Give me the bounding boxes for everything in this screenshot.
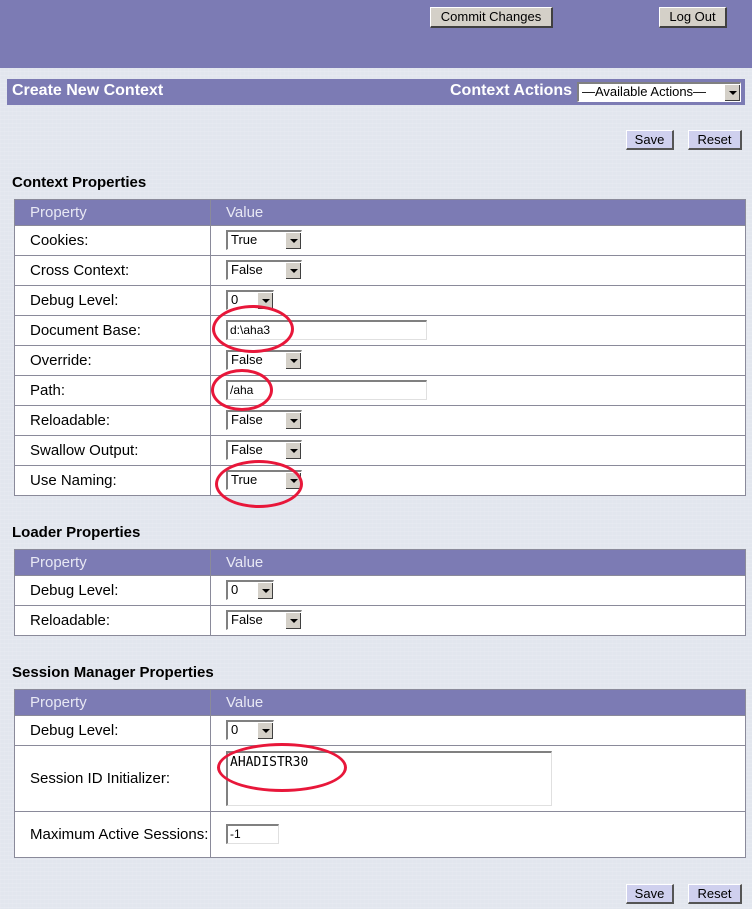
chevron-down-icon[interactable] (724, 84, 740, 101)
table-row: Debug Level: 0 (14, 715, 746, 746)
context-actions-select[interactable]: —Available Actions— (577, 82, 741, 102)
column-header-value: Value (210, 689, 746, 716)
maximum-active-sessions-input[interactable]: -1 (226, 824, 279, 844)
page-title: Create New Context (12, 82, 164, 99)
select-value: 0 (231, 722, 239, 737)
session-debug-level-select[interactable]: 0 (226, 720, 274, 740)
context-properties-table: Property Value Cookies: True Cross Conte… (14, 199, 746, 496)
save-button-top[interactable]: Save (626, 130, 674, 150)
context-actions-selected: —Available Actions— (582, 84, 707, 99)
top-header-bar: Commit Changes Log Out (0, 0, 752, 68)
log-out-button[interactable]: Log Out (659, 7, 727, 28)
loader-properties-table: Property Value Debug Level: 0 Reloadable… (14, 549, 746, 636)
column-header-value: Value (210, 199, 746, 226)
property-label: Use Naming: (14, 465, 211, 496)
table-row: Debug Level: 0 (14, 575, 746, 606)
chevron-down-icon[interactable] (257, 722, 273, 739)
commit-changes-button[interactable]: Commit Changes (430, 7, 553, 28)
chevron-down-icon[interactable] (285, 232, 301, 249)
path-input[interactable]: /aha (226, 380, 427, 400)
reloadable-select[interactable]: False (226, 410, 302, 430)
property-label: Debug Level: (14, 575, 211, 606)
table-row: Cross Context: False (14, 255, 746, 286)
session-manager-heading: Session Manager Properties (12, 664, 214, 681)
context-actions-label: Context Actions (450, 82, 573, 99)
table-row: Path: /aha (14, 375, 746, 406)
property-label: Document Base: (14, 315, 211, 346)
property-label: Cookies: (14, 225, 211, 256)
select-value: False (231, 412, 263, 427)
property-label: Override: (14, 345, 211, 376)
select-value: 0 (231, 292, 239, 307)
property-label: Debug Level: (14, 715, 211, 746)
chevron-down-icon[interactable] (285, 352, 301, 369)
save-button-bottom[interactable]: Save (626, 884, 674, 904)
chevron-down-icon[interactable] (285, 612, 301, 629)
cookies-select[interactable]: True (226, 230, 302, 250)
select-value: True (231, 232, 258, 247)
table-row: Override: False (14, 345, 746, 376)
table-row: Reloadable: False (14, 605, 746, 636)
swallow-output-select[interactable]: False (226, 440, 302, 460)
select-value: False (231, 442, 263, 457)
loader-debug-level-select[interactable]: 0 (226, 580, 274, 600)
table-row: Reloadable: False (14, 405, 746, 436)
chevron-down-icon[interactable] (285, 442, 301, 459)
chevron-down-icon[interactable] (285, 412, 301, 429)
table-row: Maximum Active Sessions: -1 (14, 811, 746, 858)
property-label: Swallow Output: (14, 435, 211, 466)
use-naming-select[interactable]: True (226, 470, 302, 490)
session-id-initializer-textarea[interactable]: AHADISTR30 (226, 751, 552, 806)
table-row: Debug Level: 0 (14, 285, 746, 316)
cross-context-select[interactable]: False (226, 260, 302, 280)
loader-properties-heading: Loader Properties (12, 524, 141, 541)
table-row: Document Base: d:\aha3 (14, 315, 746, 346)
reset-button-bottom[interactable]: Reset (688, 884, 742, 904)
column-header-value: Value (210, 549, 746, 576)
select-value: True (231, 472, 258, 487)
loader-reloadable-select[interactable]: False (226, 610, 302, 630)
context-properties-heading: Context Properties (12, 174, 147, 191)
property-label: Reloadable: (14, 605, 211, 636)
table-row: Use Naming: True (14, 465, 746, 496)
property-label: Reloadable: (14, 405, 211, 436)
select-value: False (231, 262, 263, 277)
property-label: Debug Level: (14, 285, 211, 316)
chevron-down-icon[interactable] (257, 582, 273, 599)
select-value: 0 (231, 582, 239, 597)
property-label: Cross Context: (14, 255, 211, 286)
chevron-down-icon[interactable] (285, 262, 301, 279)
reset-button-top[interactable]: Reset (688, 130, 742, 150)
document-base-input[interactable]: d:\aha3 (226, 320, 427, 340)
column-header-property: Property (14, 199, 211, 226)
chevron-down-icon[interactable] (257, 292, 273, 309)
chevron-down-icon[interactable] (285, 472, 301, 489)
property-label: Path: (14, 375, 211, 406)
session-manager-table: Property Value Debug Level: 0 Session ID… (14, 689, 746, 858)
table-row: Session ID Initializer: AHADISTR30 (14, 745, 746, 812)
property-label: Session ID Initializer: (14, 745, 211, 812)
table-row: Cookies: True (14, 225, 746, 256)
column-header-property: Property (14, 689, 211, 716)
debug-level-select[interactable]: 0 (226, 290, 274, 310)
table-row: Swallow Output: False (14, 435, 746, 466)
override-select[interactable]: False (226, 350, 302, 370)
column-header-property: Property (14, 549, 211, 576)
select-value: False (231, 612, 263, 627)
property-label: Maximum Active Sessions: (14, 811, 211, 858)
select-value: False (231, 352, 263, 367)
